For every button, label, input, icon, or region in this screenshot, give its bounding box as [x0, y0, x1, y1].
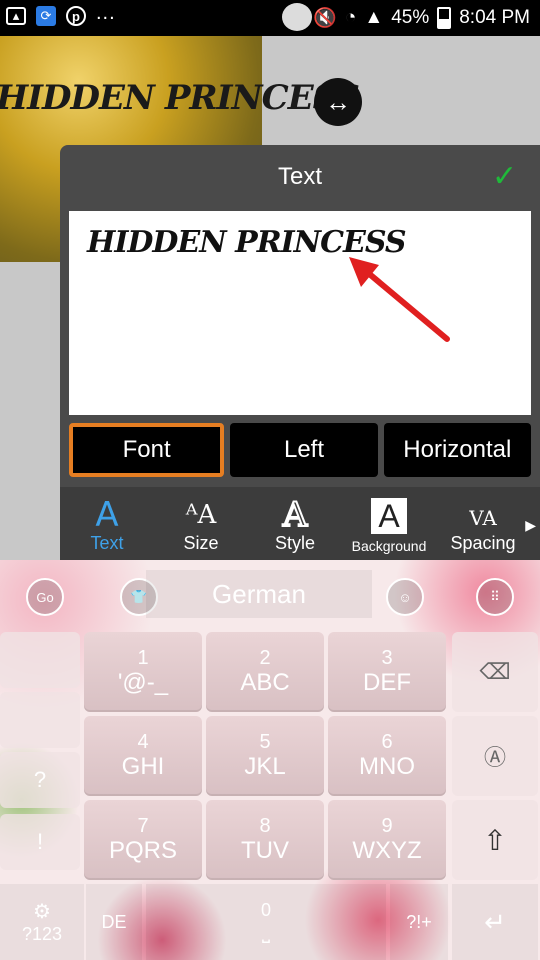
key-8[interactable]: 8 TUV	[206, 800, 324, 880]
emoji-icon[interactable]: ☺	[386, 578, 424, 616]
pinterest-icon: p	[66, 6, 86, 26]
tool-style-label: Style	[274, 533, 316, 553]
tool-background-label: Background	[351, 538, 427, 554]
battery-percent: 45%	[391, 7, 430, 28]
key-8-letters: TUV	[241, 837, 289, 864]
resize-handle-icon[interactable]: ↔	[314, 78, 362, 126]
key-4-number: 4	[137, 731, 149, 753]
key-3-letters: DEF	[363, 669, 411, 696]
key-1-letters: '@-_	[117, 669, 169, 696]
space-key[interactable]: 0 ⎵	[146, 884, 386, 960]
key-4[interactable]: 4 GHI	[84, 716, 202, 796]
key-2-letters: ABC	[240, 669, 290, 696]
gallery-icon: ▴	[6, 7, 26, 25]
size-icon: ᴬA	[185, 500, 217, 530]
key-9-number: 9	[381, 815, 393, 837]
text-dialog: Text ✓ HIDDEN PRINCESS Font Left Horizon…	[60, 145, 540, 560]
battery-icon	[437, 7, 452, 29]
key-8-number: 8	[259, 815, 271, 837]
mute-icon: 🔇	[313, 8, 337, 29]
question-key[interactable]: ?	[0, 752, 80, 808]
more-notifications: ...	[96, 1, 116, 24]
shift-icon: ⇧	[483, 824, 507, 856]
language-indicator[interactable]: German	[146, 570, 372, 618]
key-3-number: 3	[381, 647, 393, 669]
text-input-box[interactable]: HIDDEN PRINCESS	[69, 211, 531, 415]
tool-spacing-label: Spacing	[450, 533, 516, 553]
signal-icon: ▲	[364, 7, 384, 28]
text-options-row: Font Left Horizontal	[69, 423, 531, 477]
text-tools-toolbar: A Text ᴬA Size A Style A Background VA S…	[60, 487, 540, 560]
key-7-number: 7	[137, 815, 149, 837]
keyboard-toolbar: Go 👕 German ☺ ⠿	[0, 560, 540, 630]
notification-icons: ▴ ⟳ p ...	[6, 2, 116, 26]
scroll-right-icon[interactable]: ▶	[525, 517, 536, 534]
weather-icon	[282, 3, 312, 31]
key-2[interactable]: 2 ABC	[206, 632, 324, 712]
sync-icon: ⟳	[36, 6, 56, 26]
key-2-number: 2	[259, 647, 271, 669]
tool-size[interactable]: ᴬA Size	[154, 487, 248, 560]
red-arrow-annotation	[349, 257, 450, 342]
handwriting-icon: Ⓐ	[483, 745, 506, 770]
key-5-number: 5	[259, 731, 271, 753]
key-6-number: 6	[381, 731, 393, 753]
key-1[interactable]: 1 '@-_	[84, 632, 202, 712]
handwriting-key[interactable]: Ⓐ	[452, 716, 538, 796]
key-5[interactable]: 5 JKL	[206, 716, 324, 796]
clock: 8:04 PM	[459, 7, 530, 28]
go-launcher-icon[interactable]: Go	[26, 578, 64, 616]
settings-gear-icon: ⚙	[33, 901, 51, 923]
language-switch-key[interactable]: DE	[86, 884, 142, 960]
tool-text-label: Text	[90, 533, 124, 553]
key-9-letters: WXYZ	[352, 837, 422, 864]
side-key-2[interactable]	[0, 692, 80, 748]
tool-size-label: Size	[183, 533, 219, 553]
orientation-button[interactable]: Horizontal	[383, 423, 531, 477]
dialog-title: Text	[277, 163, 322, 190]
enter-icon: ↵	[484, 906, 506, 937]
confirm-check-icon[interactable]: ✓	[492, 159, 528, 195]
system-icons: 🔇 ◔ ▲ 45% 8:04 PM	[313, 6, 530, 30]
align-left-button[interactable]: Left	[230, 423, 378, 477]
punctuation-key[interactable]: ?!+	[390, 884, 448, 960]
key-9[interactable]: 9 WXYZ	[328, 800, 446, 880]
keypad-grid-icon[interactable]: ⠿	[476, 578, 514, 616]
key-7[interactable]: 7 PQRS	[84, 800, 202, 880]
keyboard: Go 👕 German ☺ ⠿ ? ! 1 '@-_ 2 ABC 3 DEF 4…	[0, 560, 540, 960]
font-button[interactable]: Font	[69, 423, 225, 477]
key-6[interactable]: 6 MNO	[328, 716, 446, 796]
background-icon: A	[371, 498, 407, 534]
shift-key[interactable]: ⇧	[452, 800, 538, 880]
space-zero-label: 0	[260, 900, 271, 920]
space-bar-icon: ⎵	[262, 921, 270, 943]
key-1-number: 1	[137, 647, 149, 669]
text-icon: A	[95, 495, 119, 535]
symbols-mode-key[interactable]: ⚙ ?123	[0, 884, 84, 960]
photo-overlay-text[interactable]: HIDDEN PRINCESS	[0, 78, 360, 118]
wifi-icon: ◔	[344, 7, 357, 28]
key-4-letters: GHI	[121, 753, 165, 780]
key-7-letters: PQRS	[108, 837, 177, 864]
exclaim-key[interactable]: !	[0, 814, 80, 870]
enter-key[interactable]: ↵	[452, 884, 538, 960]
key-3[interactable]: 3 DEF	[328, 632, 446, 712]
backspace-icon: ⌫	[479, 659, 511, 684]
style-icon: A	[282, 495, 309, 535]
tool-spacing[interactable]: VA Spacing	[436, 487, 530, 560]
status-bar: ▴ ⟳ p ... 🔇 ◔ ▲ 45% 8:04 PM	[0, 0, 540, 36]
key-5-letters: JKL	[244, 753, 286, 780]
side-key-1[interactable]	[0, 632, 80, 688]
backspace-key[interactable]: ⌫	[452, 632, 538, 712]
tool-text[interactable]: A Text	[60, 487, 154, 560]
tool-style[interactable]: A Style	[248, 487, 342, 560]
key-6-letters: MNO	[359, 753, 415, 780]
tool-background[interactable]: A Background	[342, 487, 436, 560]
spacing-icon: VA	[469, 506, 497, 530]
symbols-mode-label: ?123	[21, 924, 63, 944]
